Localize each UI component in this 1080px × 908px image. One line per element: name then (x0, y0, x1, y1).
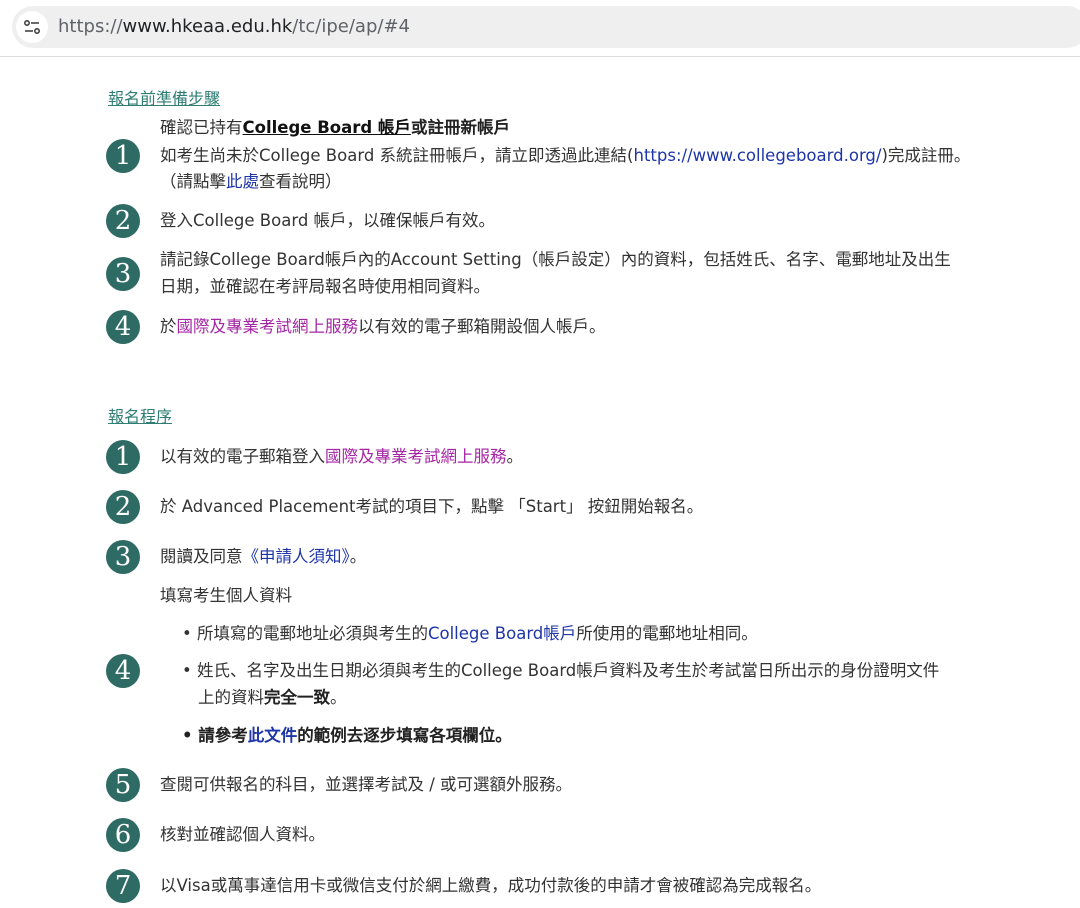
step-number-badge: 2 (106, 490, 140, 524)
section-title-procedure[interactable]: 報名程序 (108, 406, 172, 428)
browser-toolbar: https://www.hkeaa.edu.hk/tc/ipe/ap/#4 (0, 0, 1080, 57)
address-bar[interactable]: https://www.hkeaa.edu.hk/tc/ipe/ap/#4 (12, 6, 1080, 48)
step-number-badge: 3 (106, 257, 140, 291)
text: 上的資料 (198, 688, 264, 707)
text: 查看說明） (259, 172, 342, 191)
college-board-account-link[interactable]: College Board帳戶 (428, 624, 576, 643)
text: 所填寫的電郵地址必須與考生的 (196, 624, 428, 643)
step-number-badge: 2 (106, 204, 140, 238)
step-number-badge: 3 (106, 540, 140, 574)
text: 請參考 (198, 726, 248, 745)
step-number-badge: 7 (106, 869, 140, 903)
applicant-notes-link[interactable]: 《申請人須知》 (243, 547, 350, 566)
prep-step2-text: 登入College Board 帳戶，以確保帳戶有效。 (160, 211, 496, 230)
text: )完成註冊。 (881, 146, 971, 165)
text: 。 (330, 688, 347, 707)
prep-step3-line2: 日期，並確認在考評局報名時使用相同資料。 (160, 277, 490, 296)
step-number-badge: 4 (106, 310, 140, 344)
text: 的範例去逐步填寫各項欄位。 (297, 726, 512, 745)
proc-step5-text: 查閱可供報名的科目，並選擇考試及 / 或可選額外服務。 (160, 775, 573, 794)
proc-step6-text: 核對並確認個人資料。 (160, 825, 325, 844)
text: 姓氏、名字及出生日期必須與考生的College Board帳戶資料及考生於考試當… (196, 661, 940, 680)
prep-step3-line1: 請記錄College Board帳戶內的Account Setting（帳戶設定… (160, 250, 951, 269)
prep-step1-line1: 確認已持有College Board 帳戶或註冊新帳戶 (160, 114, 510, 141)
prep-step1-line2: 如考生尚未於College Board 系統註冊帳戶，請立即透過此連結(http… (160, 142, 970, 169)
proc-step1-text: 以有效的電子郵箱登入國際及專業考試網上服務。 (160, 443, 523, 470)
text: （請點擊 (160, 172, 226, 191)
college-board-account-link[interactable]: College Board 帳戶 (243, 118, 411, 137)
text: 如考生尚未於College Board 系統註冊帳戶，請立即透過此連結( (160, 146, 634, 165)
proc-step4-heading: 填寫考生個人資料 (160, 586, 292, 605)
prep-step1-line3: （請點擊此處查看說明） (160, 168, 342, 195)
url-path: /tc/ipe/ap/#4 (292, 16, 410, 37)
proc-step4-bullet1: • 所填寫的電郵地址必須與考生的College Board帳戶所使用的電郵地址相… (182, 620, 758, 647)
url-text[interactable]: https://www.hkeaa.edu.hk/tc/ipe/ap/#4 (58, 16, 410, 38)
url-prefix: https:// (58, 16, 123, 37)
text: 所使用的電郵地址相同。 (576, 624, 758, 643)
step-number-badge: 1 (106, 440, 140, 474)
proc-step2-text: 於 Advanced Placement考試的項目下，點擊 「Start」 按鈕… (160, 497, 704, 516)
text: 於 (160, 317, 177, 336)
text: 。 (349, 547, 367, 566)
text: 。 (506, 447, 524, 466)
step-number-badge: 1 (106, 139, 140, 173)
online-services-link[interactable]: 國際及專業考試網上服務 (325, 447, 507, 466)
bullet-dot: • (182, 726, 199, 745)
step-number-badge: 4 (106, 654, 140, 688)
sample-document-link[interactable]: 此文件 (248, 726, 298, 745)
text: 確認已持有 (160, 118, 243, 137)
step-number-badge: 5 (106, 768, 140, 802)
online-services-link[interactable]: 國際及專業考試網上服務 (177, 317, 359, 336)
instructions-here-link[interactable]: 此處 (226, 172, 259, 191)
collegeboard-url-link[interactable]: https://www.collegeboard.org/ (633, 146, 881, 165)
text: 以有效的電子郵箱開設個人帳戶。 (358, 317, 606, 336)
site-settings-icon[interactable] (16, 11, 48, 43)
bullet-dot: • (182, 661, 197, 680)
text: 以有效的電子郵箱登入 (160, 447, 325, 466)
proc-step4-bullet2-line1: • 姓氏、名字及出生日期必須與考生的College Board帳戶資料及考生於考… (182, 657, 939, 684)
section-title-preparation[interactable]: 報名前準備步驟 (108, 88, 220, 110)
bullet-dot: • (182, 624, 197, 643)
text: 完全一致 (264, 688, 330, 707)
proc-step3-text: 閱讀及同意《申請人須知》。 (160, 543, 366, 570)
url-host: www.hkeaa.edu.hk (122, 16, 293, 37)
prep-step4-text: 於國際及專業考試網上服務以有效的電子郵箱開設個人帳戶。 (160, 313, 606, 340)
proc-step7-text: 以Visa或萬事達信用卡或微信支付於網上繳費，成功付款後的申請才會被確認為完成報… (160, 876, 822, 895)
text: 閱讀及同意 (160, 547, 243, 566)
proc-step4-bullet3: • 請參考此文件的範例去逐步填寫各項欄位。 (182, 722, 512, 749)
proc-step4-bullet2-line2: 上的資料完全一致。 (198, 684, 347, 711)
step-number-badge: 6 (106, 818, 140, 852)
text: 或註冊新帳戶 (410, 118, 510, 137)
